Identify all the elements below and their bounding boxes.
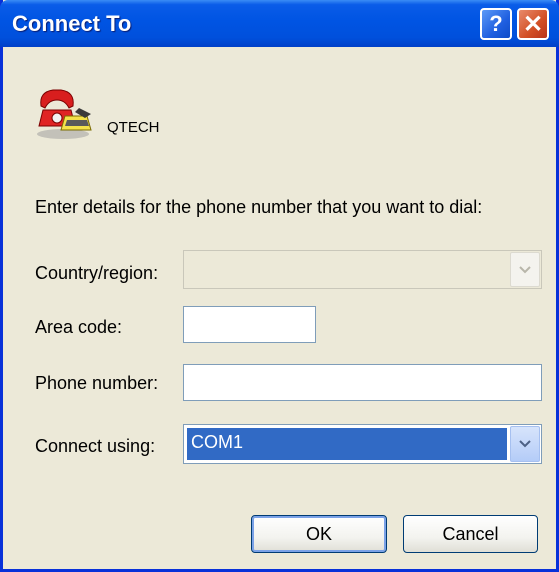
phone-icon: [37, 89, 92, 139]
help-button[interactable]: ?: [480, 8, 512, 40]
phone-number-label: Phone number:: [35, 373, 159, 393]
chevron-down-icon[interactable]: [510, 426, 540, 462]
country-region-dropdown[interactable]: [183, 250, 542, 289]
country-region-label: Country/region:: [35, 263, 159, 283]
cancel-button[interactable]: Cancel: [403, 515, 538, 553]
area-code-field[interactable]: [183, 306, 316, 343]
area-code-label: Area code:: [35, 317, 123, 337]
instructions-text: Enter details for the phone number that …: [35, 197, 483, 217]
connect-using-value: COM1: [187, 428, 507, 460]
ok-button[interactable]: OK: [251, 515, 387, 553]
chevron-down-icon[interactable]: [510, 252, 540, 287]
phone-number-field[interactable]: [183, 364, 542, 401]
connection-name: QTECH: [107, 119, 160, 136]
dialog-title: Connect To: [12, 11, 132, 36]
close-button[interactable]: ✕: [517, 8, 549, 40]
connect-to-dialog: Connect To ? ✕ QTECH Enter details for t…: [0, 0, 559, 572]
connect-using-dropdown[interactable]: COM1: [183, 424, 542, 464]
title-bar[interactable]: Connect To ? ✕: [0, 0, 559, 47]
connect-using-label: Connect using:: [35, 436, 156, 456]
